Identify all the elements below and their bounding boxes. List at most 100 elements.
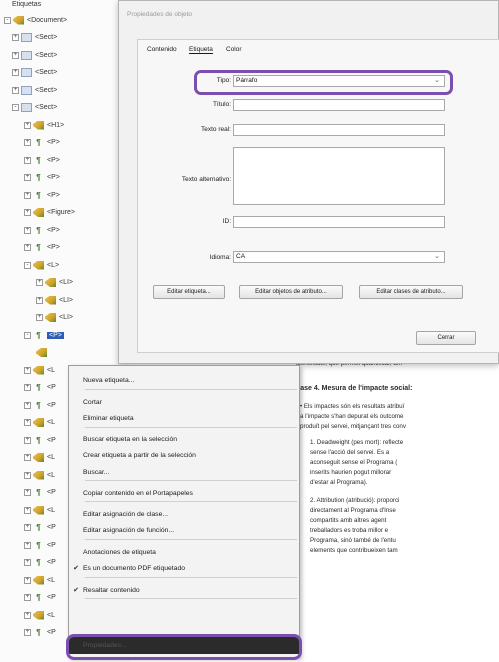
expand-icon[interactable]: + <box>36 314 43 321</box>
tree-row[interactable]: - <Document> <box>4 13 67 27</box>
tree-row[interactable]: + ¶ <P <box>24 626 56 640</box>
tree-row-label: <Figure> <box>47 209 76 216</box>
tree-row[interactable]: + <H1> <box>24 118 64 132</box>
menu-item[interactable]: Copiar contenido en el Portapapeles <box>69 484 299 502</box>
expand-icon[interactable]: + <box>24 436 31 444</box>
tree-row[interactable]: - ¶ <P> <box>24 328 64 342</box>
menu-item[interactable]: ✔ Resaltar contenido <box>69 581 299 599</box>
structure-tag-icon <box>33 260 44 270</box>
tree-row[interactable]: + ¶ <P> <box>24 241 60 255</box>
tree-row[interactable]: + <L <box>24 468 55 482</box>
tree-row[interactable]: - <Sect> <box>12 101 57 115</box>
idioma-select[interactable]: CA ⌄ <box>233 251 445 263</box>
edit-tag-button[interactable]: Editar etiqueta... <box>153 285 225 299</box>
expand-icon[interactable]: + <box>24 174 31 181</box>
edit-attribute-classes-button[interactable]: Editar clases de atributo... <box>359 285 463 299</box>
collapse-icon[interactable]: - <box>24 331 31 339</box>
expand-icon[interactable]: + <box>24 121 31 129</box>
tree-row[interactable]: + ¶ <P> <box>24 223 60 237</box>
expand-icon[interactable]: + <box>24 156 31 164</box>
tree-row[interactable]: + <Sect> <box>12 48 57 62</box>
edit-attribute-objects-button[interactable]: Editar objetos de atributo... <box>239 285 343 299</box>
tree-row[interactable]: + <L <box>24 573 55 587</box>
tab-contenido[interactable]: Contenido <box>147 46 177 53</box>
doc-text-line: elements que contribueixen tam <box>310 547 398 554</box>
expand-icon[interactable]: + <box>12 86 19 94</box>
expand-icon[interactable]: + <box>24 384 31 391</box>
tree-row[interactable]: - <L> <box>24 258 59 272</box>
tree-row[interactable]: + <L <box>24 451 55 465</box>
expand-icon[interactable]: + <box>24 454 31 461</box>
expand-icon[interactable]: + <box>12 69 19 76</box>
expand-icon[interactable]: + <box>24 191 31 199</box>
properties-highlight-outline <box>66 634 302 660</box>
expand-icon[interactable]: + <box>24 524 31 531</box>
id-input[interactable] <box>233 216 445 228</box>
close-button[interactable]: Cerrar <box>416 331 476 345</box>
expand-icon[interactable]: + <box>24 209 31 216</box>
tree-row[interactable]: + <LI> <box>36 311 73 325</box>
collapse-icon[interactable]: - <box>12 104 19 111</box>
menu-item[interactable]: Eliminar etiqueta <box>69 409 299 427</box>
tree-row[interactable]: + <Figure> <box>24 206 75 220</box>
expand-icon[interactable]: + <box>24 401 31 409</box>
doc-text-line: 2. Attribution (atribució): proporci <box>310 497 400 504</box>
expand-icon[interactable]: + <box>12 51 19 59</box>
expand-icon[interactable]: + <box>24 629 31 636</box>
collapse-icon[interactable]: - <box>4 16 11 24</box>
tree-row[interactable]: + <LI> <box>36 276 73 290</box>
tree-row[interactable] <box>36 346 50 360</box>
texto-alternativo-textarea[interactable] <box>233 147 445 205</box>
expand-icon[interactable]: + <box>24 506 31 514</box>
expand-icon[interactable]: + <box>24 611 31 619</box>
expand-icon[interactable]: + <box>12 34 19 41</box>
tree-row[interactable]: + ¶ <P <box>24 538 56 552</box>
tree-row-label: <Sect> <box>35 51 58 59</box>
expand-icon[interactable]: + <box>36 296 43 304</box>
tree-row[interactable]: + ¶ <P <box>24 398 56 412</box>
tree-row[interactable]: + ¶ <P <box>24 521 56 535</box>
tree-row[interactable]: + ¶ <P <box>24 381 56 395</box>
tree-row[interactable]: + ¶ <P> <box>24 171 60 185</box>
texto-real-input[interactable] <box>233 124 445 136</box>
tree-row[interactable]: + ¶ <P> <box>24 153 60 167</box>
tree-row[interactable]: + ¶ <P> <box>24 188 60 202</box>
tree-row[interactable]: + ¶ <P <box>24 433 56 447</box>
menu-item[interactable]: Editar asignación de función... <box>69 521 299 539</box>
tree-row[interactable]: + ¶ <P <box>24 556 56 570</box>
menu-item[interactable]: Buscar... <box>69 463 299 481</box>
tree-row[interactable]: + <L <box>24 416 55 430</box>
expand-icon[interactable]: + <box>24 244 31 251</box>
collapse-icon[interactable]: - <box>24 261 31 269</box>
menu-item[interactable]: Nueva etiqueta... <box>69 371 299 389</box>
tree-row[interactable]: + <L <box>24 363 55 377</box>
menu-item[interactable]: Crear etiqueta a partir de la selección <box>69 446 299 464</box>
titulo-input[interactable] <box>233 99 445 111</box>
expand-icon[interactable]: + <box>24 489 31 496</box>
expand-icon[interactable]: + <box>24 594 31 601</box>
tree-row[interactable]: + <L <box>24 503 55 517</box>
expand-icon[interactable]: + <box>24 419 31 426</box>
tab-color[interactable]: Color <box>226 46 242 53</box>
tree-row[interactable]: + <Sect> <box>12 31 57 45</box>
tree-row[interactable]: + <L <box>24 608 55 622</box>
tree-row[interactable]: + ¶ <P <box>24 591 56 605</box>
expand-icon[interactable]: + <box>24 366 31 374</box>
tree-row[interactable]: + <LI> <box>36 293 73 307</box>
expand-icon[interactable]: + <box>24 576 31 584</box>
expand-icon[interactable]: + <box>24 541 31 549</box>
tree-row[interactable]: + <Sect> <box>12 66 57 80</box>
expand-icon[interactable]: + <box>24 139 31 146</box>
expand-icon[interactable]: + <box>24 226 31 234</box>
texto-alternativo-label: Texto alternativo: <box>181 176 231 183</box>
expand-icon[interactable]: + <box>24 471 31 479</box>
doc-text-line: directament al Programa d'Inse <box>310 507 396 514</box>
tree-row[interactable]: + ¶ <P> <box>24 136 60 150</box>
tree-row[interactable]: + <Sect> <box>12 83 57 97</box>
expand-icon[interactable]: + <box>36 279 43 286</box>
tab-etiqueta[interactable]: Etiqueta <box>189 46 213 54</box>
paragraph-tag-icon: ¶ <box>36 190 41 200</box>
menu-item[interactable]: ✔ Es un documento PDF etiquetado <box>69 559 299 577</box>
tree-row[interactable]: + ¶ <P <box>24 486 56 500</box>
expand-icon[interactable]: + <box>24 559 31 566</box>
